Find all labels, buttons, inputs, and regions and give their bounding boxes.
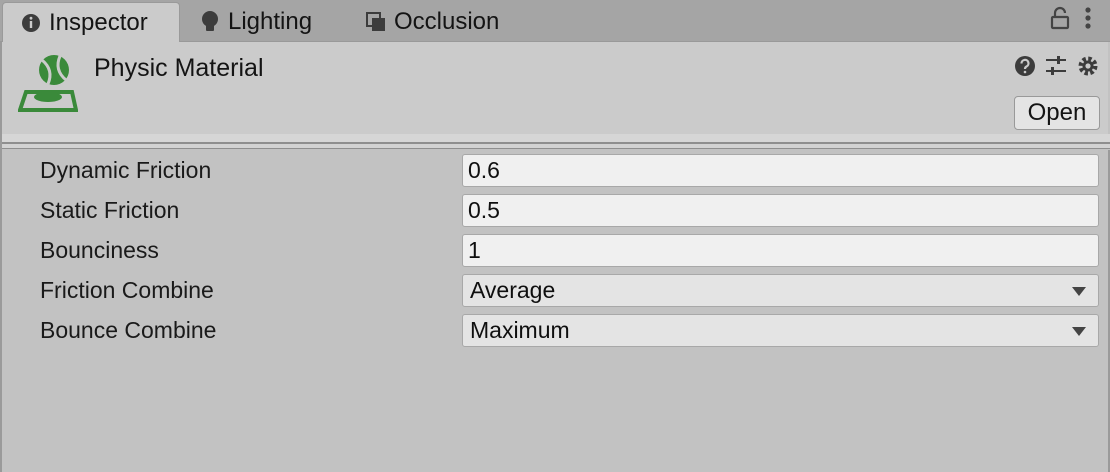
header-divider	[0, 134, 1110, 142]
dropdown-arrow-icon	[1072, 287, 1086, 296]
header-actions	[1014, 54, 1100, 83]
dropdown-value: Average	[470, 277, 556, 303]
tab-label: Lighting	[228, 8, 313, 35]
info-icon	[21, 13, 41, 33]
tabbar-actions	[1050, 6, 1092, 35]
tab-label: Inspector	[49, 9, 148, 36]
occlusion-icon	[366, 12, 386, 32]
property-label: Friction Combine	[40, 277, 214, 303]
dropdown-value: Maximum	[470, 317, 570, 343]
lightbulb-icon	[200, 10, 220, 34]
dropdown-arrow-icon	[1072, 327, 1086, 336]
property-label: Bounce Combine	[40, 317, 217, 343]
tab-label: Occlusion	[394, 8, 500, 35]
property-row-bounce-combine: Bounce Combine Maximum	[2, 312, 1108, 348]
presets-icon[interactable]	[1044, 55, 1068, 82]
property-row-friction-combine: Friction Combine Average	[2, 272, 1108, 308]
tab-lighting[interactable]: Lighting	[200, 2, 312, 42]
lock-icon[interactable]	[1050, 6, 1070, 35]
asset-title: Physic Material	[94, 54, 264, 82]
dynamic-friction-field[interactable]: 0.6	[462, 154, 1099, 187]
bounciness-field[interactable]: 1	[462, 234, 1099, 267]
property-row-bounciness: Bounciness 1	[2, 232, 1108, 268]
inspector-header: Physic Material Open	[2, 42, 1108, 134]
property-label: Bounciness	[40, 237, 159, 263]
friction-combine-dropdown[interactable]: Average	[462, 274, 1099, 307]
property-label: Static Friction	[40, 197, 180, 223]
tab-bar: Inspector Lighting Occlusion	[0, 0, 1110, 43]
open-button[interactable]: Open	[1014, 96, 1100, 130]
settings-gear-icon[interactable]	[1076, 54, 1100, 83]
header-divider-line	[0, 148, 1110, 149]
property-list: Dynamic Friction 0.6 Static Friction 0.5…	[2, 150, 1108, 472]
tab-inspector[interactable]: Inspector	[2, 2, 180, 43]
tab-occlusion[interactable]: Occlusion	[366, 2, 499, 42]
physic-material-icon	[17, 54, 79, 119]
property-label: Dynamic Friction	[40, 157, 212, 183]
property-row-dynamic-friction: Dynamic Friction 0.6	[2, 152, 1108, 188]
help-icon[interactable]	[1014, 55, 1036, 82]
kebab-menu-icon[interactable]	[1084, 6, 1092, 35]
bounce-combine-dropdown[interactable]: Maximum	[462, 314, 1099, 347]
static-friction-field[interactable]: 0.5	[462, 194, 1099, 227]
property-row-static-friction: Static Friction 0.5	[2, 192, 1108, 228]
